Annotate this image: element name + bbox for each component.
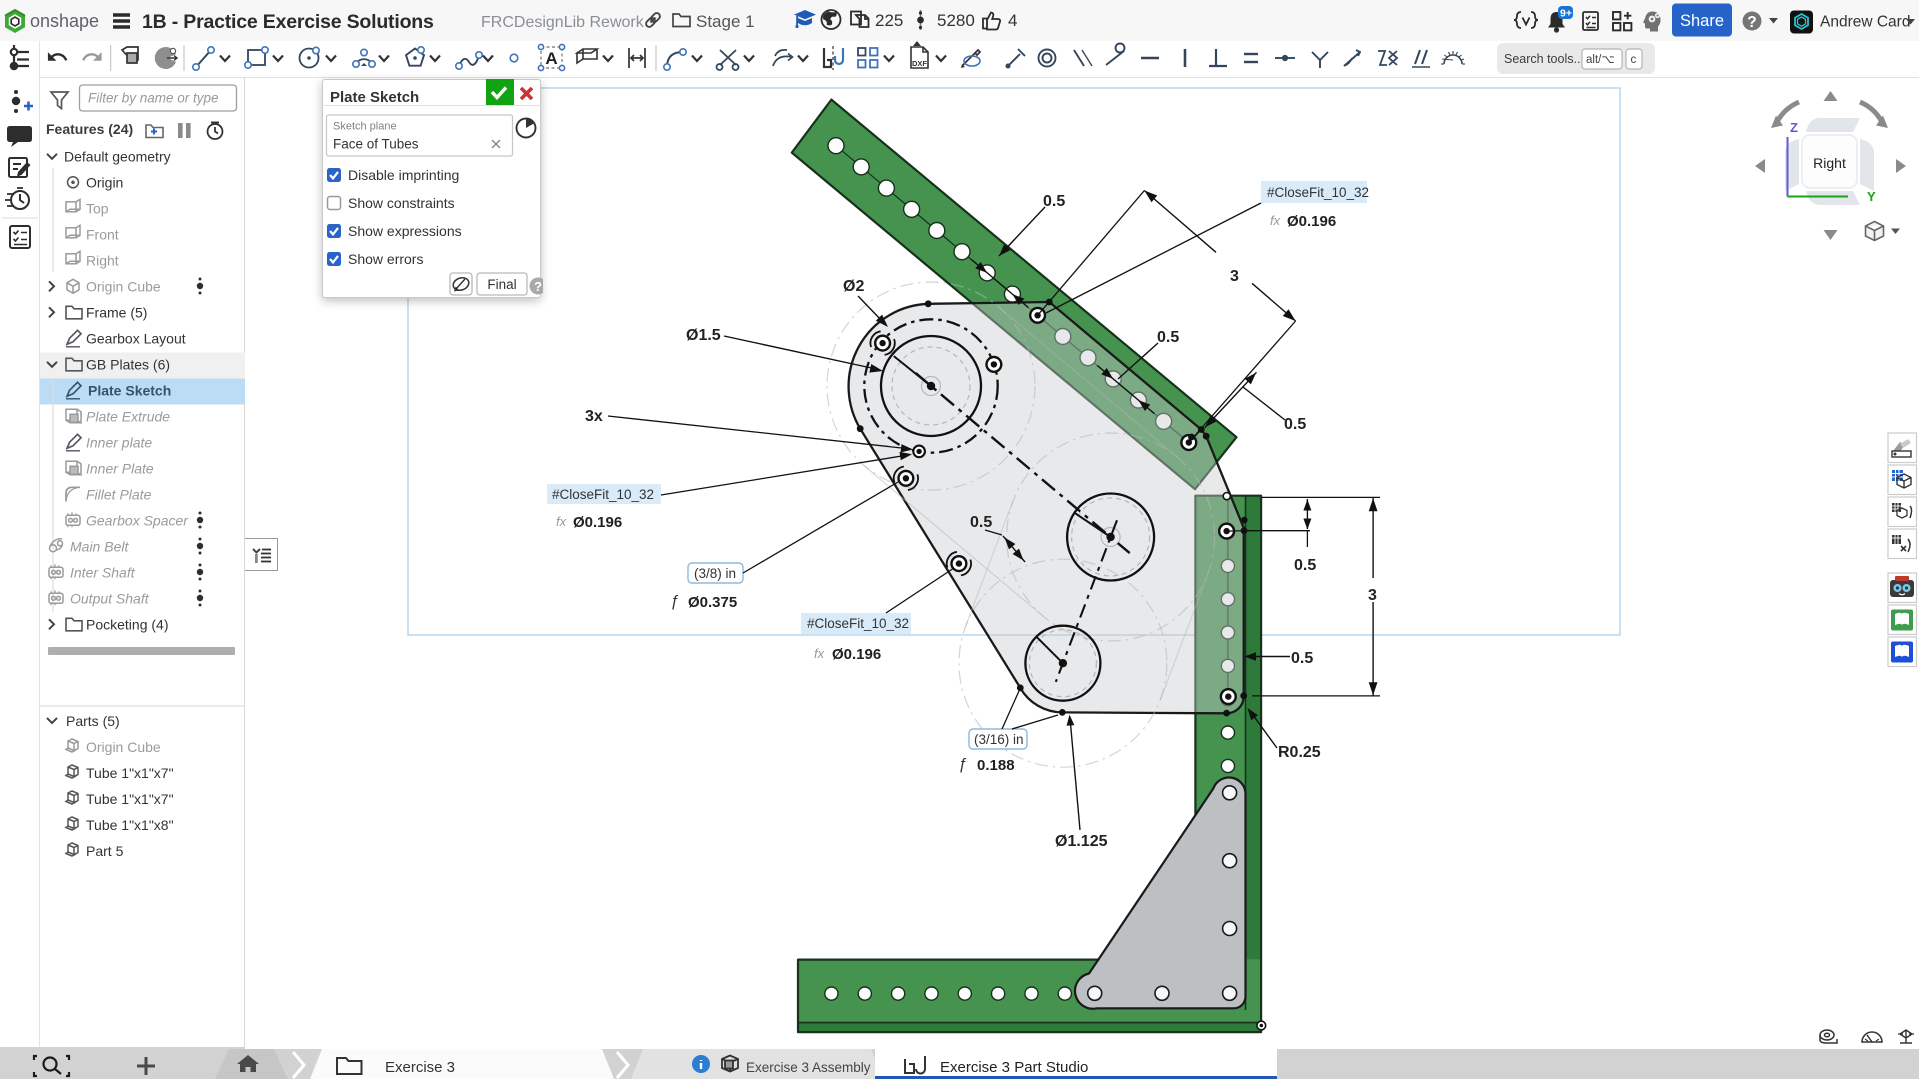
svg-text:3: 3 [1230, 268, 1239, 285]
svg-text:Tube 1"x1"x7": Tube 1"x1"x7" [86, 791, 174, 807]
svg-text:Andrew Card: Andrew Card [1820, 14, 1910, 31]
svg-text:Ø0.196: Ø0.196 [1287, 213, 1336, 230]
svg-text:Show constraints: Show constraints [348, 195, 455, 211]
svg-text:ƒ: ƒ [958, 756, 967, 773]
svg-text:fx: fx [556, 514, 567, 529]
svg-text:Features (24): Features (24) [46, 121, 133, 137]
svg-text:Fillet Plate: Fillet Plate [86, 486, 152, 502]
svg-text:c: c [1631, 54, 1637, 66]
svg-text:Show errors: Show errors [348, 251, 423, 267]
svg-text:Right: Right [1813, 155, 1846, 171]
svg-text:Filter by name or type: Filter by name or type [88, 91, 219, 106]
svg-text:#CloseFit_10_32: #CloseFit_10_32 [552, 487, 654, 502]
svg-text:0.5: 0.5 [970, 514, 992, 531]
svg-text:Ø0.375: Ø0.375 [688, 594, 737, 611]
svg-text:Inner Plate: Inner Plate [86, 460, 154, 476]
svg-text:Plate Sketch: Plate Sketch [88, 382, 171, 398]
svg-text:#CloseFit_10_32: #CloseFit_10_32 [1267, 185, 1369, 200]
svg-text:Inner plate: Inner plate [86, 434, 152, 450]
svg-text:0.5: 0.5 [1157, 329, 1179, 346]
svg-text:Pocketing (4): Pocketing (4) [86, 616, 168, 632]
svg-text:R0.25: R0.25 [1278, 744, 1321, 761]
svg-text:Tube 1"x1"x7": Tube 1"x1"x7" [86, 765, 174, 781]
svg-text:Output Shaft: Output Shaft [70, 590, 150, 606]
svg-text:Origin Cube: Origin Cube [86, 739, 161, 755]
svg-text:Disable imprinting: Disable imprinting [348, 167, 459, 183]
svg-text:Face of Tubes: Face of Tubes [333, 137, 419, 152]
svg-text:Ø1.5: Ø1.5 [686, 327, 721, 344]
svg-text:0.188: 0.188 [977, 757, 1015, 774]
svg-text:0.5: 0.5 [1043, 193, 1065, 210]
svg-text:Main Belt: Main Belt [70, 538, 129, 554]
svg-text:Default geometry: Default geometry [64, 148, 171, 164]
svg-text:0.5: 0.5 [1294, 557, 1316, 574]
svg-text:225: 225 [875, 11, 903, 30]
svg-text:0.5: 0.5 [1284, 416, 1306, 433]
svg-text:4: 4 [1008, 11, 1017, 30]
svg-text:Exercise 3: Exercise 3 [385, 1059, 455, 1076]
svg-text:3x: 3x [585, 408, 603, 425]
svg-text:Ø0.196: Ø0.196 [573, 514, 622, 531]
svg-text:#CloseFit_10_32: #CloseFit_10_32 [807, 616, 909, 631]
svg-text:Exercise 3 Assembly: Exercise 3 Assembly [746, 1060, 871, 1075]
svg-text:Origin Cube: Origin Cube [86, 278, 161, 294]
svg-text:Exercise 3 Part Studio: Exercise 3 Part Studio [940, 1059, 1088, 1076]
svg-text:Search tools...: Search tools... [1504, 52, 1584, 66]
svg-text:Inter Shaft: Inter Shaft [70, 564, 136, 580]
svg-text:FRCDesignLib Rework: FRCDesignLib Rework [481, 14, 645, 31]
svg-text:Sketch plane: Sketch plane [333, 121, 397, 133]
svg-text:Plate Sketch: Plate Sketch [330, 89, 419, 106]
svg-text:Tube 1"x1"x8": Tube 1"x1"x8" [86, 817, 174, 833]
svg-text:Gearbox Spacer: Gearbox Spacer [86, 512, 189, 528]
svg-text:?: ? [534, 279, 542, 294]
svg-text:Z: Z [1790, 120, 1798, 135]
svg-text:Right: Right [86, 252, 119, 268]
svg-text:Ø1.125: Ø1.125 [1055, 833, 1108, 850]
svg-text:Origin: Origin [86, 174, 123, 190]
svg-text:0.5: 0.5 [1291, 650, 1313, 667]
svg-text:fx: fx [1270, 213, 1281, 228]
svg-text:GB Plates (6): GB Plates (6) [86, 356, 170, 372]
svg-text:fx: fx [814, 646, 825, 661]
svg-text:Ø0.196: Ø0.196 [832, 646, 881, 663]
svg-text:Front: Front [86, 226, 119, 242]
svg-text:5280: 5280 [937, 11, 975, 30]
svg-text:9+: 9+ [1560, 7, 1572, 19]
svg-text:alt/⌥: alt/⌥ [1586, 54, 1615, 66]
svg-text:Frame (5): Frame (5) [86, 304, 147, 320]
svg-text:Plate Extrude: Plate Extrude [86, 408, 170, 424]
svg-text:Y: Y [1867, 189, 1876, 204]
svg-text:Top: Top [86, 200, 109, 216]
svg-text:Part 5: Part 5 [86, 843, 124, 859]
svg-text:Show expressions: Show expressions [348, 223, 462, 239]
svg-text:Share: Share [1680, 12, 1724, 30]
svg-text:Final: Final [487, 277, 516, 292]
svg-text:Parts (5): Parts (5) [66, 713, 120, 729]
svg-text:Stage 1: Stage 1 [696, 12, 755, 31]
svg-text:?: ? [1747, 14, 1756, 31]
svg-text:(3/8) in: (3/8) in [694, 566, 736, 581]
svg-text:3: 3 [1368, 587, 1377, 604]
svg-text:ƒ: ƒ [670, 593, 679, 610]
svg-text:Ø2: Ø2 [843, 278, 864, 295]
svg-text:A: A [545, 49, 557, 68]
svg-text:DXF: DXF [912, 59, 927, 68]
svg-text:Gearbox Layout: Gearbox Layout [86, 330, 186, 346]
svg-text:(3/16) in: (3/16) in [974, 732, 1024, 747]
